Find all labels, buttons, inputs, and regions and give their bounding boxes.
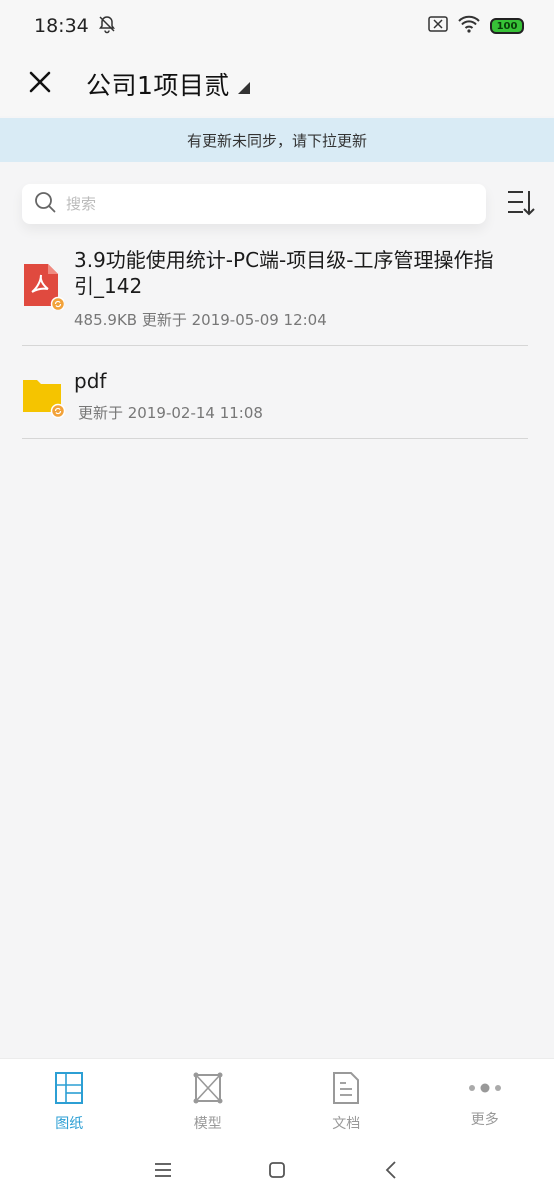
back-button[interactable] <box>334 1152 448 1192</box>
home-button[interactable] <box>220 1152 334 1192</box>
bottom-nav: 图纸 模型 文档 更多 <box>0 1058 554 1144</box>
nav-label: 模型 <box>193 1116 222 1132</box>
search-row <box>0 162 554 248</box>
sync-banner-text: 有更新未同步，请下拉更新 <box>186 131 367 150</box>
drawing-icon <box>54 1071 84 1109</box>
back-chevron-icon <box>384 1160 398 1184</box>
nav-label: 文档 <box>332 1116 361 1132</box>
file-title: 3.9功能使用统计-PC端-项目级-工序管理操作指引_142 <box>74 248 494 298</box>
status-right: 100 <box>428 15 524 37</box>
file-meta: 485.9KB 更新于 2019-05-09 12:04 <box>74 311 327 329</box>
tab-more[interactable]: 更多 <box>416 1059 554 1144</box>
sort-button[interactable] <box>504 188 538 222</box>
search-input[interactable] <box>66 195 446 213</box>
dropdown-caret-icon <box>237 79 250 98</box>
search-icon <box>34 191 56 217</box>
list-item[interactable]: 3.9功能使用统计-PC端-项目级-工序管理操作指引_142 485.9KB 更… <box>22 244 528 346</box>
list-item[interactable]: pdf 更新于 2019-02-14 11:08 <box>22 346 528 439</box>
model-icon <box>193 1071 223 1109</box>
project-switcher[interactable]: 公司1项目贰 <box>86 66 250 102</box>
sort-icon <box>506 188 536 222</box>
status-left: 18:34 <box>34 14 117 39</box>
tab-drawings[interactable]: 图纸 <box>0 1059 139 1144</box>
home-square-icon <box>268 1161 286 1183</box>
more-dots-icon <box>467 1071 503 1105</box>
status-time: 18:34 <box>34 15 89 37</box>
wifi-icon <box>458 15 480 37</box>
nav-label: 更多 <box>470 1112 499 1128</box>
document-icon <box>331 1071 361 1109</box>
menu-lines-icon <box>153 1162 173 1182</box>
app-header: 公司1项目贰 <box>0 52 554 116</box>
file-title: pdf <box>74 369 107 393</box>
nav-label: 图纸 <box>55 1116 84 1132</box>
battery-indicator: 100 <box>490 18 524 34</box>
folder-icon <box>22 374 68 422</box>
close-icon <box>28 70 52 98</box>
pdf-file-icon <box>22 262 66 314</box>
file-meta: 更新于 2019-02-14 11:08 <box>78 404 263 422</box>
search-box[interactable] <box>22 184 486 224</box>
recent-apps-button[interactable] <box>106 1152 220 1192</box>
tab-models[interactable]: 模型 <box>139 1059 278 1144</box>
status-bar: 18:34 100 <box>0 0 554 52</box>
bell-muted-icon <box>97 14 117 39</box>
file-list: 3.9功能使用统计-PC端-项目级-工序管理操作指引_142 485.9KB 更… <box>0 244 554 439</box>
page-title: 公司1项目贰 <box>86 71 230 100</box>
system-nav-bar <box>0 1144 554 1200</box>
close-button[interactable] <box>20 64 60 104</box>
sim-off-icon <box>428 16 448 36</box>
tab-documents[interactable]: 文档 <box>277 1059 416 1144</box>
sync-banner: 有更新未同步，请下拉更新 <box>0 118 554 162</box>
